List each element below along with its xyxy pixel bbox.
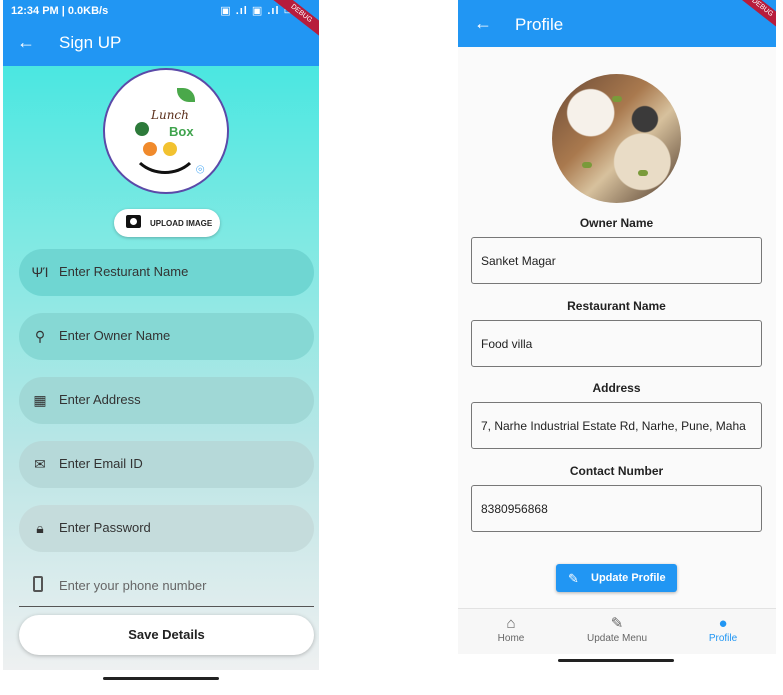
- email-icon: ✉: [34, 456, 46, 472]
- garnish: [638, 170, 648, 176]
- password-field[interactable]: 🔒︎ Enter Password: [19, 505, 314, 552]
- update-profile-button[interactable]: ✎ Update Profile: [556, 564, 677, 592]
- owner-name-input[interactable]: Sanket Magar: [471, 237, 762, 284]
- logo-arc: [129, 110, 201, 174]
- owner-name-field[interactable]: ⚲ Enter Owner Name: [19, 313, 314, 360]
- pencil-icon: ✎: [568, 571, 579, 586]
- profile-screen: ← Profile DEBUG Owner Name Sanket Magar …: [458, 0, 776, 654]
- restaurant-name-value: Food villa: [481, 337, 533, 351]
- owner-name-placeholder: Enter Owner Name: [59, 328, 171, 343]
- upload-image-label: UPLOAD IMAGE: [150, 219, 213, 228]
- update-profile-label: Update Profile: [591, 572, 666, 584]
- home-icon: ⌂: [506, 615, 516, 632]
- app-bar: ← Profile: [458, 0, 776, 47]
- nav-item-update-menu[interactable]: ✎ Update Menu: [564, 609, 670, 654]
- restaurant-name-input[interactable]: Food villa: [471, 320, 762, 367]
- nav-item-profile[interactable]: ● Profile: [670, 609, 776, 654]
- nav-label-update-menu: Update Menu: [586, 633, 648, 644]
- owner-name-label: Owner Name: [579, 216, 654, 230]
- bottom-navigation: ⌂ Home ✎ Update Menu ● Profile: [458, 608, 776, 654]
- garnish: [582, 162, 592, 168]
- building-icon: ▦: [33, 392, 47, 408]
- restaurant-photo[interactable]: [552, 74, 681, 203]
- add-photo-icon[interactable]: ⌾: [196, 161, 204, 178]
- email-placeholder: Enter Email ID: [59, 456, 143, 471]
- email-field[interactable]: ✉ Enter Email ID: [19, 441, 314, 488]
- address-input[interactable]: 7, Narhe Industrial Estate Rd, Narhe, Pu…: [471, 402, 762, 449]
- contact-number-input[interactable]: 8380956868: [471, 485, 762, 532]
- address-label: Address: [592, 381, 641, 395]
- page-title: Profile: [515, 15, 564, 34]
- restaurant-icon: ΨΊ: [31, 264, 49, 280]
- address-placeholder: Enter Address: [59, 392, 141, 407]
- phone-number-placeholder: Enter your phone number: [59, 578, 207, 593]
- nav-label-home: Home: [497, 633, 525, 644]
- phone-icon: [33, 576, 43, 592]
- person-icon: ⚲: [34, 328, 46, 344]
- camera-icon: [126, 215, 141, 228]
- upload-image-button[interactable]: UPLOAD IMAGE: [114, 209, 220, 237]
- back-arrow-icon[interactable]: ←: [17, 32, 35, 53]
- password-placeholder: Enter Password: [59, 520, 151, 535]
- status-time: 12:34 PM | 0.0KB/s: [11, 5, 109, 17]
- nav-label-profile: Profile: [708, 633, 738, 644]
- bowl-green: [135, 122, 149, 136]
- status-bar: 12:34 PM | 0.0KB/s ▣ .ıl ▣ .ıl ▭: [3, 0, 319, 22]
- home-indicator: [558, 659, 674, 662]
- owner-name-value: Sanket Magar: [481, 254, 556, 268]
- lock-icon: 🔒︎: [36, 520, 44, 536]
- person-icon: ●: [718, 615, 728, 632]
- app-bar: ← Sign UP: [3, 22, 319, 66]
- bowl-orange: [143, 142, 157, 156]
- leaf-icon: [177, 88, 195, 102]
- address-value: 7, Narhe Industrial Estate Rd, Narhe, Pu…: [481, 419, 746, 433]
- pencil-icon: ✎: [610, 615, 624, 632]
- address-field[interactable]: ▦ Enter Address: [19, 377, 314, 424]
- restaurant-name-label: Restaurant Name: [567, 299, 666, 313]
- page-title: Sign UP: [59, 33, 122, 52]
- back-arrow-icon[interactable]: ←: [474, 13, 492, 34]
- restaurant-name-field[interactable]: ΨΊ Enter Resturant Name: [19, 249, 314, 296]
- signup-screen: 12:34 PM | 0.0KB/s ▣ .ıl ▣ .ıl ▭ ← Sign …: [3, 0, 319, 670]
- app-logo: Lunch Box: [103, 68, 229, 194]
- contact-number-value: 8380956868: [481, 502, 548, 516]
- phone-number-field[interactable]: Enter your phone number: [19, 564, 314, 607]
- contact-number-label: Contact Number: [569, 464, 664, 478]
- nav-item-home[interactable]: ⌂ Home: [458, 609, 564, 654]
- save-details-button[interactable]: Save Details: [19, 615, 314, 655]
- home-indicator: [103, 677, 219, 680]
- restaurant-name-placeholder: Enter Resturant Name: [59, 264, 189, 279]
- garnish: [612, 96, 622, 102]
- bowl-yellow: [163, 142, 177, 156]
